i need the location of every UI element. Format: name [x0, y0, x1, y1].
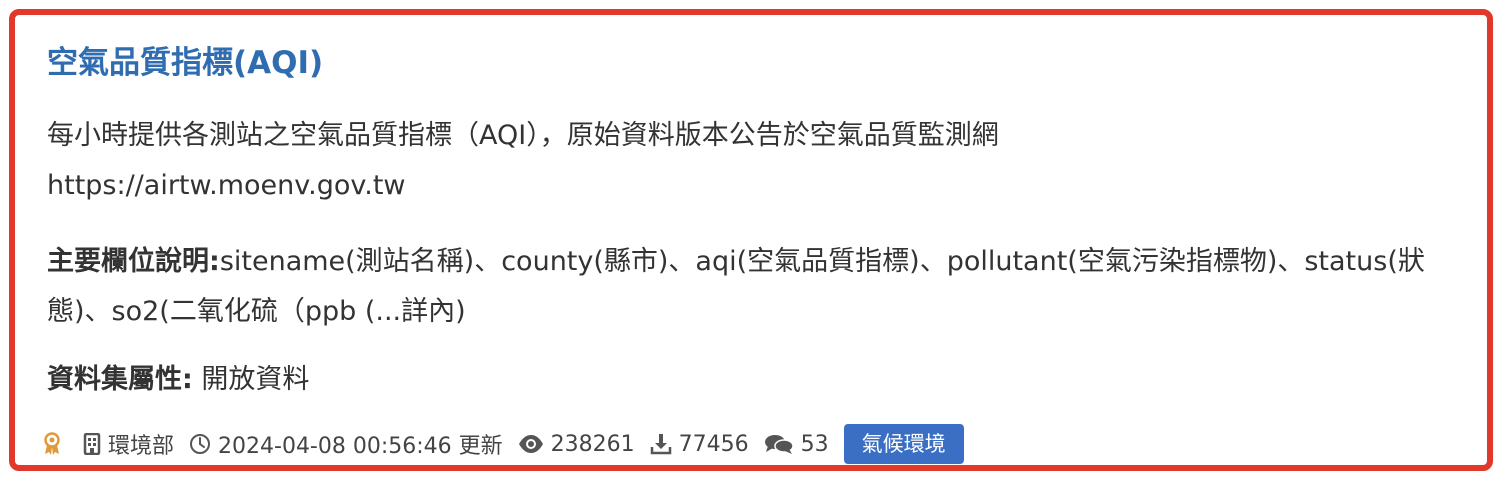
- award-icon: [44, 432, 60, 455]
- comments-item: 53: [764, 432, 829, 457]
- description-line-2: https://airtw.moenv.gov.tw: [47, 170, 406, 201]
- meta-bar: 環境部 2024-04-08 00:56:46 更新 238261 77456: [43, 420, 964, 468]
- downloads-count: 77456: [678, 431, 749, 457]
- description-line-1: 每小時提供各測站之空氣品質指標（AQI），原始資料版本公告於空氣品質監測網: [47, 120, 999, 151]
- updated-text: 2024-04-08 00:56:46 更新: [218, 434, 503, 459]
- attribute-label: 資料集屬性:: [47, 364, 193, 395]
- download-icon: [650, 434, 671, 455]
- clock-icon: [190, 434, 211, 454]
- dataset-attribute: 資料集屬性: 開放資料: [47, 355, 309, 405]
- building-icon: [83, 433, 101, 455]
- comments-icon: [764, 435, 794, 454]
- downloads-item: 77456: [650, 432, 749, 457]
- dataset-card[interactable]: 空氣品質指標(AQI) 每小時提供各測站之空氣品質指標（AQI），原始資料版本公…: [9, 9, 1493, 471]
- fields-value: sitename(測站名稱)、county(縣市)、aqi(空氣品質指標)、po…: [47, 246, 1425, 327]
- main-fields-description: 主要欄位說明:sitename(測站名稱)、county(縣市)、aqi(空氣品…: [47, 237, 1487, 337]
- dataset-title[interactable]: 空氣品質指標(AQI): [47, 43, 323, 83]
- fields-label: 主要欄位說明:: [47, 246, 220, 277]
- views-count: 238261: [550, 431, 635, 457]
- award-item: [43, 432, 68, 456]
- comments-count: 53: [800, 431, 829, 457]
- attribute-value: 開放資料: [192, 364, 310, 395]
- agency-item[interactable]: 環境部: [83, 428, 174, 460]
- dataset-description: 每小時提供各測站之空氣品質指標（AQI），原始資料版本公告於空氣品質監測網 ht…: [47, 111, 1447, 211]
- agency-name[interactable]: 環境部: [108, 428, 174, 460]
- updated-item: 2024-04-08 00:56:46 更新: [189, 428, 503, 460]
- views-item: 238261: [518, 432, 635, 457]
- eye-icon: [518, 435, 543, 453]
- category-tag[interactable]: 氣候環境: [843, 424, 964, 464]
